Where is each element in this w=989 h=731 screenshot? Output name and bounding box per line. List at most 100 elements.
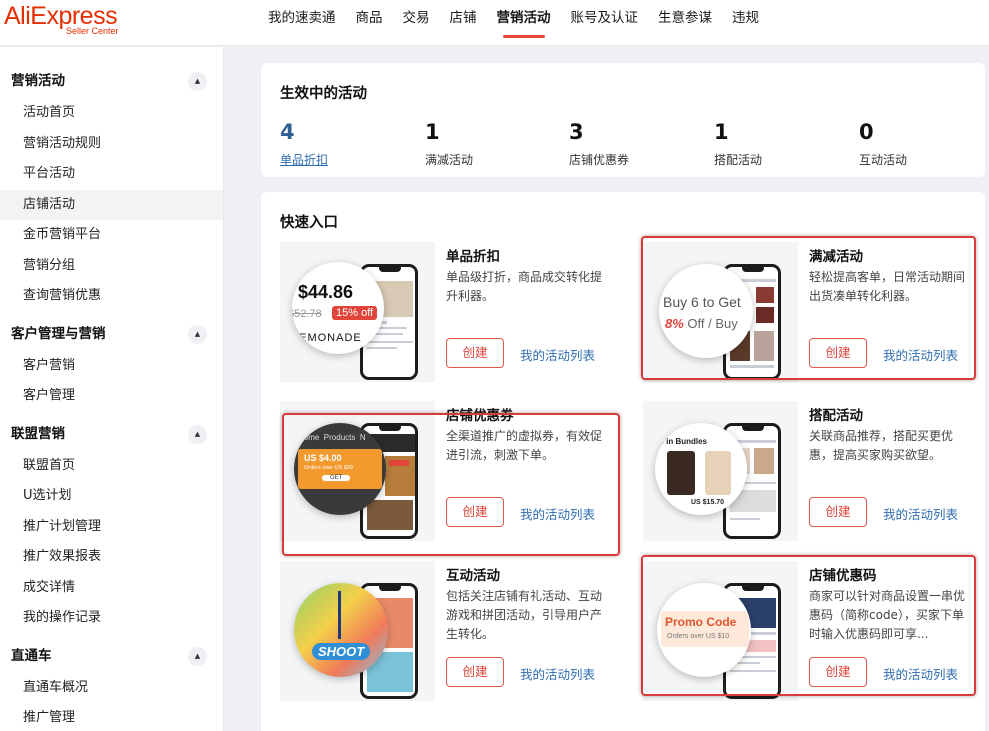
old-price-text: $52.78 (292, 308, 322, 320)
sidebar-group-3[interactable]: 直通车 ▲ (0, 640, 223, 673)
collapse-chevron-icon[interactable]: ▲ (188, 324, 207, 344)
my-campaign-list-link[interactable]: 我的活动列表 (520, 664, 595, 683)
sidebar-group-title: 客户管理与营销 (11, 325, 106, 342)
nav-item-6[interactable]: 生意参谋 (648, 0, 722, 46)
quick-entry-image: Buy 6 to Get 8% Off / Buy (643, 242, 798, 382)
quick-entry-5: Promo Code Orders over US $10 店铺优惠码 商家可以针对商… (643, 561, 983, 701)
quick-entry-image: Home Products N US $4.00 Orders over US $3… (280, 401, 435, 541)
sidebar-item[interactable]: 客户营销 (0, 351, 223, 382)
sidebar-group-title: 营销活动 (11, 73, 65, 89)
sidebar-group-0[interactable]: 营销活动 ▲ (0, 65, 223, 98)
quick-entry-description: 关联商品推荐，搭配买更优惠，提高买家购买欲望。 (809, 429, 954, 462)
quick-entry-3: p in Bundles US $15.70 搭配活动 关联商品推荐，搭配买更优惠，提… (643, 401, 983, 541)
nav-item-1[interactable]: 商品 (346, 0, 393, 46)
sidebar-item[interactable]: 活动首页 (0, 98, 223, 129)
nav-item-5[interactable]: 账号及认证 (561, 0, 649, 46)
active-campaigns-card: 生效中的活动 4 单品折扣 1 满减活动 3 店铺优惠券 1 搭配活动 0 互动活动 (261, 63, 985, 177)
sidebar-item[interactable]: 金币营销平台 (0, 220, 223, 251)
create-button[interactable]: 创建 (809, 497, 867, 527)
promo-code-text: Promo Code (665, 615, 737, 629)
stat-4: 0 互动活动 (859, 119, 907, 168)
collapse-chevron-icon[interactable]: ▲ (188, 646, 207, 666)
price-text: $44.86 (298, 282, 354, 302)
bundle-magnifier: p in Bundles US $15.70 (655, 423, 747, 515)
create-button[interactable]: 创建 (446, 338, 504, 368)
nav-item-7[interactable]: 违规 (722, 0, 769, 46)
sidebar-item[interactable]: 联盟首页 (0, 451, 223, 482)
offer-percent: 8% (665, 316, 684, 331)
create-button[interactable]: 创建 (446, 497, 504, 527)
quick-entry-description: 单品级打折，商品成交转化提升利器。 (446, 270, 603, 303)
quick-entry-image: SHOOT (280, 561, 435, 701)
sidebar-item[interactable]: 查询营销优惠 (0, 281, 223, 312)
nav-item-3[interactable]: 店铺 (440, 0, 487, 46)
promo-condition: Orders over US $10 (667, 633, 730, 640)
sidebar-group-2[interactable]: 联盟营销 ▲ (0, 418, 223, 451)
quick-entry-description: 全渠道推广的虚拟券，有效促进引流，刺激下单。 (446, 429, 603, 462)
stat-value: 1 (714, 120, 729, 144)
nav-item-4[interactable]: 营销活动 (487, 0, 561, 46)
sidebar-item[interactable]: 推广效果报表 (0, 542, 223, 573)
sidebar-item[interactable]: 推广管理 (0, 703, 223, 731)
quick-entry-image: Promo Code Orders over US $10 (643, 561, 798, 701)
sidebar-item[interactable]: 我的操作记录 (0, 603, 223, 634)
stat-value: 0 (859, 120, 874, 144)
quick-entry-card: 快速入口 $44.86 $52.78 15% off LEMONADE 单品折扣单品级打… (261, 192, 985, 731)
stat-label: 满减活动 (425, 153, 474, 167)
stat-label[interactable]: 单品折扣 (280, 151, 328, 168)
main-content: 生效中的活动 4 单品折扣 1 满减活动 3 店铺优惠券 1 搭配活动 0 互动活动 快速入口 $… (224, 47, 989, 731)
price-magnifier: $44.86 $52.78 15% off LEMONADE (292, 262, 384, 354)
sidebar-group-title: 联盟营销 (11, 425, 65, 442)
nav-item-2[interactable]: 交易 (393, 0, 440, 46)
aliexpress-logo[interactable]: AliExpress Seller Center (4, 2, 134, 42)
sidebar-item[interactable]: 推广计划管理 (0, 512, 223, 543)
create-button[interactable]: 创建 (809, 338, 867, 368)
stat-1: 1 满减活动 (425, 119, 473, 168)
sidebar-item[interactable]: 营销分组 (0, 251, 223, 282)
quick-entry-title: 满减活动 (809, 249, 863, 265)
quick-entry-title: 单品折扣 (446, 249, 500, 265)
quick-entry-description: 包括关注店铺有礼活动、互动游戏和拼团活动，引导用户产生转化。 (446, 589, 603, 641)
sidebar-item[interactable]: U选计划 (0, 481, 223, 512)
my-campaign-list-link[interactable]: 我的活动列表 (883, 504, 958, 523)
quick-entry-title: 互动活动 (446, 568, 500, 584)
quick-entry-4: SHOOT 互动活动包括关注店铺有礼活动、互动游戏和拼团活动，引导用户产生转化。创… (280, 561, 620, 701)
my-campaign-list-link[interactable]: 我的活动列表 (520, 345, 595, 364)
collapse-chevron-icon[interactable]: ▲ (188, 424, 207, 444)
collapse-chevron-icon[interactable]: ▲ (188, 72, 207, 91)
discount-badge: 15% off (332, 306, 378, 320)
sidebar-group-1[interactable]: 客户管理与营销 ▲ (0, 318, 223, 351)
sidebar-group-title: 直通车 (11, 647, 52, 664)
my-campaign-list-link[interactable]: 我的活动列表 (520, 504, 595, 523)
create-button[interactable]: 创建 (809, 657, 867, 687)
stat-label: 店铺优惠券 (569, 153, 630, 167)
sidebar-item[interactable]: 平台活动 (0, 159, 223, 190)
main-nav: 我的速卖通 商品 交易 店铺 营销活动 账号及认证 生意参谋 违规 (258, 0, 769, 46)
stat-value: 3 (569, 120, 584, 144)
brand-text: LEMONADE (292, 332, 362, 344)
sidebar-item[interactable]: 营销活动规则 (0, 129, 223, 160)
sidebar-item[interactable]: 直通车概况 (0, 673, 223, 704)
phone-tab: Products (323, 433, 356, 442)
quick-entry-1: Buy 6 to Get 8% Off / Buy 满减活动轻松提高客单，日常活动期… (643, 242, 983, 382)
nav-item-0[interactable]: 我的速卖通 (258, 0, 346, 46)
sidebar-item[interactable]: 客户管理 (0, 381, 223, 412)
create-button[interactable]: 创建 (446, 657, 504, 687)
quick-entry-description: 轻松提高客单，日常活动期间出货凑单转化利器。 (809, 270, 966, 303)
quick-entry-image: p in Bundles US $15.70 (643, 401, 798, 541)
sidebar-item[interactable]: 成交详情 (0, 573, 223, 604)
shoot-label: SHOOT (312, 643, 371, 660)
stat-value: 4 (280, 120, 295, 144)
coupon-magnifier: Home Products N US $4.00 Orders over US $3… (294, 423, 386, 515)
coupon-condition: Orders over US $39 (304, 465, 353, 471)
game-magnifier: SHOOT (294, 583, 388, 677)
offer-line-2: Off / Buy (683, 316, 738, 331)
offer-line-1: Buy 6 to Get (663, 294, 741, 310)
coupon-value: US $4.00 (304, 453, 342, 463)
stat-0[interactable]: 4 单品折扣 (280, 119, 328, 168)
quick-entry-2: Home Products N US $4.00 Orders over US $3… (280, 401, 620, 541)
stat-3: 1 搭配活动 (714, 119, 762, 168)
sidebar-item[interactable]: 店铺活动 (0, 189, 223, 220)
my-campaign-list-link[interactable]: 我的活动列表 (883, 664, 958, 683)
my-campaign-list-link[interactable]: 我的活动列表 (883, 345, 958, 364)
